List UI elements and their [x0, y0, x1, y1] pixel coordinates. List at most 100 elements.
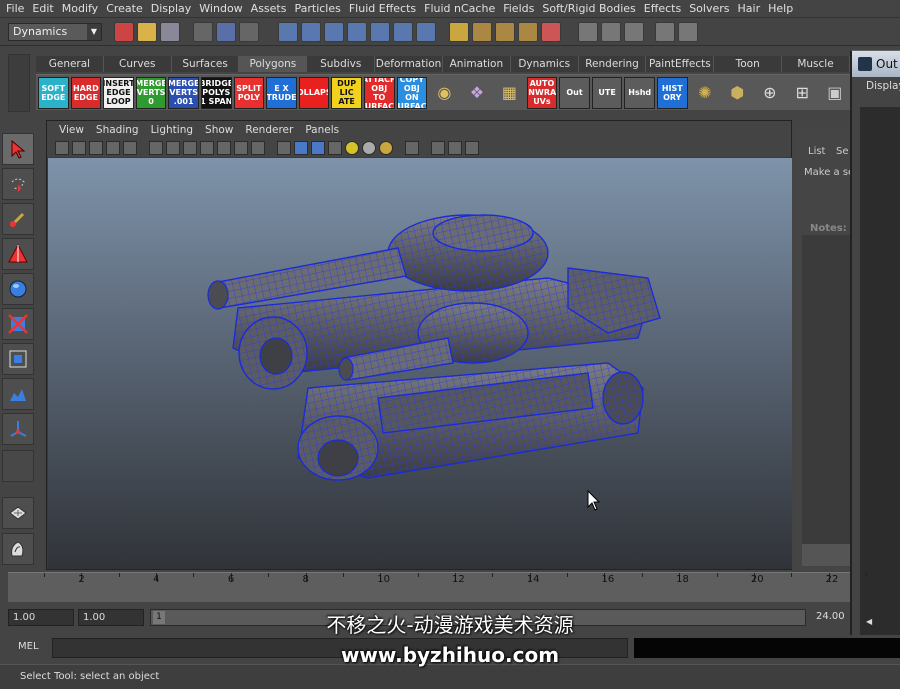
shelf-button-collapse[interactable]: COLLAPSE: [298, 76, 330, 109]
hud-toggle-icon[interactable]: [465, 141, 479, 155]
wireframe-on-shaded-icon[interactable]: [311, 141, 325, 155]
range-slider-handle[interactable]: 1: [153, 611, 165, 624]
ipr-render-icon[interactable]: [601, 21, 621, 42]
tank-model-wireframe[interactable]: [48, 158, 792, 569]
notes-area[interactable]: [802, 235, 850, 565]
viewport-menu-show[interactable]: Show: [199, 124, 239, 136]
menu-help[interactable]: Help: [766, 2, 799, 15]
mode-selector[interactable]: Dynamics ▼: [8, 22, 102, 41]
help-icon[interactable]: [416, 21, 436, 42]
wireframe-icon[interactable]: [277, 141, 291, 155]
tool-settings-icon[interactable]: [678, 21, 698, 42]
chevron-down-icon[interactable]: ▼: [87, 23, 101, 40]
shelf-tab-polygons[interactable]: Polygons: [239, 56, 308, 72]
menu-window[interactable]: Window: [197, 2, 248, 15]
grid-toggle-icon[interactable]: [123, 141, 137, 155]
menu-particles[interactable]: Particles: [292, 2, 346, 15]
field-chart-icon[interactable]: [200, 141, 214, 155]
paint-weights-icon[interactable]: ✺: [690, 77, 721, 109]
shelf-button-hshd[interactable]: Hshd: [624, 76, 655, 109]
shelf-tab-deformation[interactable]: Deformation: [375, 56, 443, 72]
input-ops-icon[interactable]: [495, 21, 515, 42]
shelf-button-ute[interactable]: UTE: [591, 76, 623, 109]
menu-fluid-effects[interactable]: Fluid Effects: [347, 2, 422, 15]
viewport-menu-lighting[interactable]: Lighting: [145, 124, 199, 136]
viewport-menu-panels[interactable]: Panels: [299, 124, 345, 136]
animation-start-field[interactable]: 1.00: [8, 609, 74, 626]
film-gate-icon[interactable]: [149, 141, 163, 155]
select-hierarchy-icon[interactable]: [193, 21, 213, 42]
shelf-button-merge-verts-0[interactable]: MERGE VERTS 0: [135, 76, 167, 109]
outliner-title-bar[interactable]: Out: [852, 51, 900, 77]
poly-mesh-icon[interactable]: ⬢: [722, 77, 753, 109]
menu-effects[interactable]: Effects: [642, 2, 687, 15]
lasso-tool-icon[interactable]: [2, 168, 34, 200]
time-slider[interactable]: 2 4 6 8 10 12 14 16 18 20 22: [8, 572, 867, 602]
playback-start-field[interactable]: 1.00: [78, 609, 144, 626]
shelf-tab-curves[interactable]: Curves: [104, 56, 172, 72]
soft-mod-tool-icon[interactable]: [2, 378, 34, 410]
shelf-button-soft-edge[interactable]: SOFT EDGE: [38, 76, 69, 109]
shelf-tab-general[interactable]: General: [36, 56, 104, 72]
shelf-tab-animation[interactable]: Animation: [443, 56, 511, 72]
outliner-display-menu[interactable]: Display: [852, 77, 900, 95]
xray-icon[interactable]: [431, 141, 445, 155]
layout-quick-icon[interactable]: [2, 533, 34, 565]
snap-surface-icon[interactable]: [370, 21, 390, 42]
shelf-tab-muscle[interactable]: Muscle: [782, 56, 850, 72]
save-scene-icon[interactable]: [160, 21, 180, 42]
poly-tools-icon[interactable]: ❖: [462, 77, 493, 109]
menu-edit[interactable]: Edit: [30, 2, 59, 15]
select-object-icon[interactable]: [216, 21, 236, 42]
open-scene-icon[interactable]: [137, 21, 157, 42]
shelf-tab-subdivs[interactable]: Subdivs: [307, 56, 376, 72]
image-plane-icon[interactable]: [106, 141, 120, 155]
construction-history-icon[interactable]: [541, 21, 561, 42]
menu-display[interactable]: Display: [149, 2, 198, 15]
menu-create[interactable]: Create: [104, 2, 149, 15]
menu-file[interactable]: File: [4, 2, 30, 15]
default-light-icon[interactable]: [345, 141, 359, 155]
show-manipulator-icon[interactable]: [2, 413, 34, 445]
shelf-button-merge-verts-001[interactable]: MERGE VERTS .001: [168, 76, 199, 109]
menu-fields[interactable]: Fields: [501, 2, 540, 15]
shelf-button-e-x-trude[interactable]: E X TRUDE: [266, 76, 297, 109]
poly-cube-icon[interactable]: ▦: [494, 77, 525, 109]
shelf-tab-painteffects[interactable]: PaintEffects: [646, 56, 715, 72]
viewport-menu-shading[interactable]: Shading: [90, 124, 145, 136]
bookmarks-icon[interactable]: [89, 141, 103, 155]
poly-sphere-icon[interactable]: ◉: [429, 77, 460, 109]
new-scene-icon[interactable]: [114, 21, 134, 42]
shelf-button-out[interactable]: Out: [559, 76, 590, 109]
shelf-tab-surfaces[interactable]: Surfaces: [172, 56, 240, 72]
menu-hair[interactable]: Hair: [736, 2, 767, 15]
shelf-button-copy-obj-on-surface[interactable]: COPYOBJONSURFACE: [396, 76, 428, 109]
safe-title-icon[interactable]: [234, 141, 248, 155]
camera-select-icon[interactable]: [55, 141, 69, 155]
text-icon[interactable]: [251, 141, 265, 155]
menu-solvers[interactable]: Solvers: [687, 2, 735, 15]
outliner-list[interactable]: [860, 107, 900, 637]
textured-icon[interactable]: [328, 141, 342, 155]
shelf-button-split-poly[interactable]: SPLIT POLY: [233, 76, 265, 109]
resolution-gate-icon[interactable]: [166, 141, 180, 155]
shelf-button-bridge-polys-1-span[interactable]: BRIDGE POLYS 1 SPAN: [200, 76, 232, 109]
select-tool-icon[interactable]: [2, 133, 34, 165]
shelf-button-dup-lic-ate[interactable]: DUP LIC ATE: [331, 76, 362, 109]
shelf-tab-toon[interactable]: Toon: [714, 56, 783, 72]
snap-plane-icon[interactable]: [347, 21, 367, 42]
target-weld-icon[interactable]: ⊕: [755, 77, 786, 109]
shelf-button-attach-obj-to-surface[interactable]: ATTACHOBJTOSURFACE: [363, 76, 395, 109]
snap-curve-icon[interactable]: [301, 21, 321, 42]
shelf-tab-rendering[interactable]: Rendering: [579, 56, 647, 72]
viewport-canvas[interactable]: [48, 158, 792, 569]
attribute-editor-icon[interactable]: [655, 21, 675, 42]
history-icon[interactable]: [472, 21, 492, 42]
paint-select-tool-icon[interactable]: [2, 203, 34, 235]
snap-grid-icon[interactable]: [278, 21, 298, 42]
isolate-select-icon[interactable]: [405, 141, 419, 155]
shelf-button-insert-edge-loop[interactable]: INSERT EDGE LOOP: [103, 76, 134, 109]
multi-cut-icon[interactable]: ⊞: [787, 77, 818, 109]
xray-joints-icon[interactable]: [448, 141, 462, 155]
output-ops-icon[interactable]: [518, 21, 538, 42]
